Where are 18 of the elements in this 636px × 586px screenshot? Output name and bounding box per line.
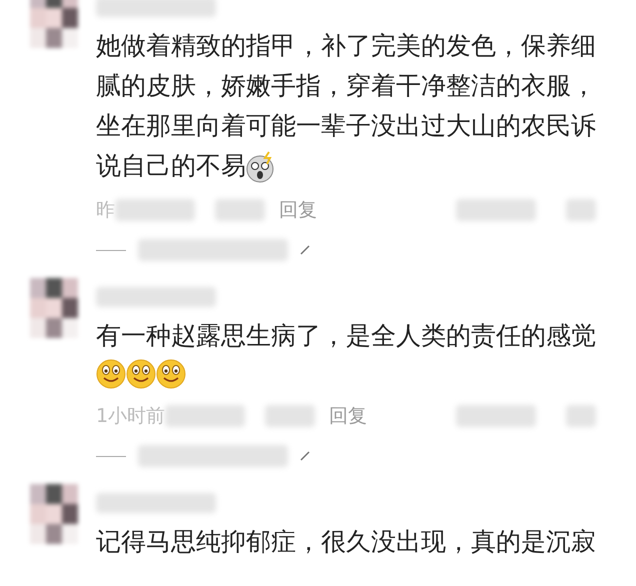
avatar — [30, 278, 78, 338]
blurred-area — [265, 405, 316, 427]
shocked-face-icon — [246, 151, 276, 184]
blurred-area — [566, 199, 596, 221]
comment-text: 她做着精致的指甲，补了完美的发色，保养细腻的皮肤，娇嫩手指，穿着干净整洁的衣服，坐在那里向着可能一辈子没出过大山的农民诉说自己的不易 — [96, 26, 596, 186]
reply-button[interactable]: 回复 — [329, 402, 368, 430]
blurred-area — [566, 405, 596, 427]
comment-text: 记得马思纯抑郁症，很久没出现，真的是沉寂 — [96, 526, 596, 558]
smiley-icon — [96, 359, 126, 389]
timestamp: 昨 — [96, 198, 115, 223]
smiley-icon — [156, 359, 186, 389]
smiley-icon — [126, 359, 156, 389]
blurred-area — [215, 199, 265, 221]
avatar — [30, 0, 78, 48]
comment-text: 有一种赵露思生病了，是全人类的责任的感觉 — [96, 320, 596, 352]
avatar — [30, 484, 78, 544]
timestamp: 1小时前 — [96, 404, 166, 429]
reply-button[interactable]: 回复 — [279, 196, 317, 224]
